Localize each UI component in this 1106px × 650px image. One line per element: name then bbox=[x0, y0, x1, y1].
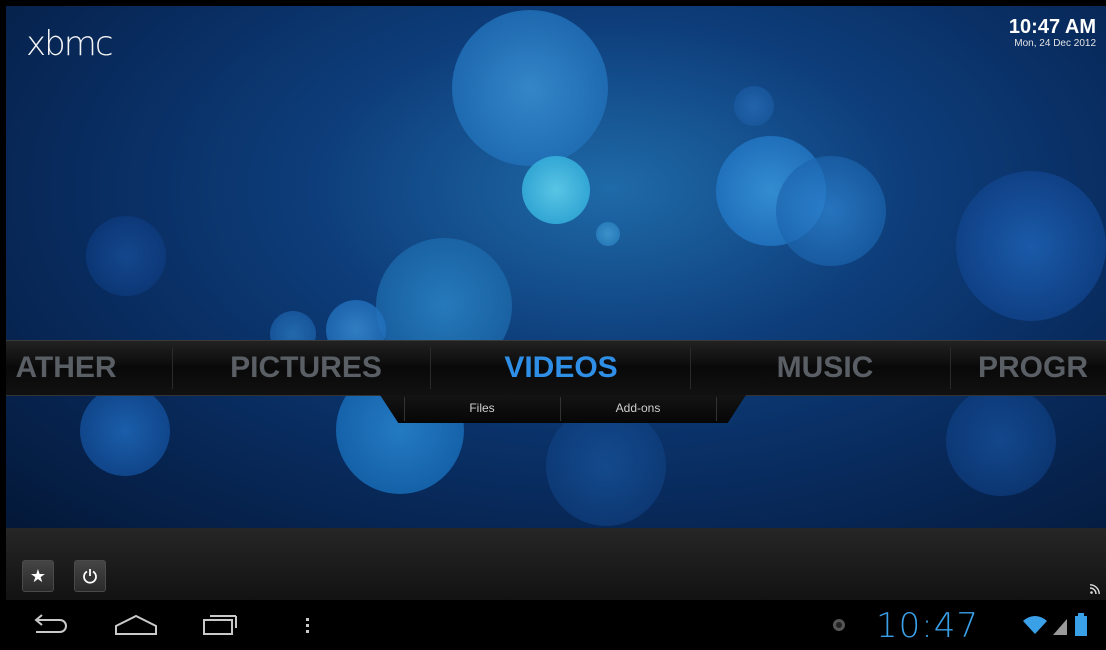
notification-dot-icon[interactable] bbox=[832, 618, 846, 637]
menu-item-music[interactable]: MUSIC bbox=[710, 341, 940, 395]
status-time: 10:47 bbox=[876, 606, 979, 646]
submenu-item-files[interactable]: Files bbox=[404, 395, 560, 423]
clock-time: 10:47 AM bbox=[1008, 16, 1096, 38]
main-menu: ATHER PICTURES VIDEOS MUSIC PROGR bbox=[6, 340, 1106, 396]
xbmc-logo: xbmc bbox=[26, 24, 114, 64]
recent-apps-button[interactable] bbox=[202, 614, 238, 641]
home-icon bbox=[115, 614, 157, 635]
background: xbmc 10:47 AM Mon, 24 Dec 2012 bbox=[6, 6, 1106, 528]
menu-button[interactable] bbox=[304, 616, 312, 641]
clock: 10:47 AM Mon, 24 Dec 2012 bbox=[1009, 16, 1096, 49]
screen: xbmc 10:47 AM Mon, 24 Dec 2012 ATHER PIC… bbox=[0, 0, 1106, 650]
wifi-icon bbox=[1022, 614, 1048, 641]
signal-icon bbox=[1052, 616, 1068, 641]
menu-item-videos[interactable]: VIDEOS bbox=[446, 341, 676, 395]
home-button[interactable] bbox=[114, 614, 158, 641]
star-icon: ★ bbox=[29, 565, 47, 586]
menu-item-programs[interactable]: PROGR bbox=[978, 341, 1106, 395]
recent-apps-icon bbox=[203, 615, 237, 635]
menu-item-pictures[interactable]: PICTURES bbox=[196, 341, 416, 395]
favourites-button[interactable]: ★ bbox=[22, 560, 54, 592]
bottom-bar: ★ bbox=[6, 528, 1106, 600]
power-button[interactable] bbox=[74, 560, 106, 592]
clock-date: Mon, 24 Dec 2012 bbox=[1014, 38, 1096, 49]
menu-item-weather[interactable]: ATHER bbox=[6, 341, 126, 395]
menu-icon bbox=[306, 618, 309, 633]
battery-icon bbox=[1074, 612, 1088, 643]
power-icon bbox=[83, 569, 97, 584]
back-button[interactable] bbox=[30, 614, 70, 641]
submenu-item-addons[interactable]: Add-ons bbox=[560, 395, 716, 423]
back-icon bbox=[34, 614, 67, 633]
rss-icon bbox=[1089, 584, 1100, 595]
submenu: Files Add-ons bbox=[380, 395, 746, 423]
android-nav-bar: 10:47 bbox=[0, 600, 1106, 650]
